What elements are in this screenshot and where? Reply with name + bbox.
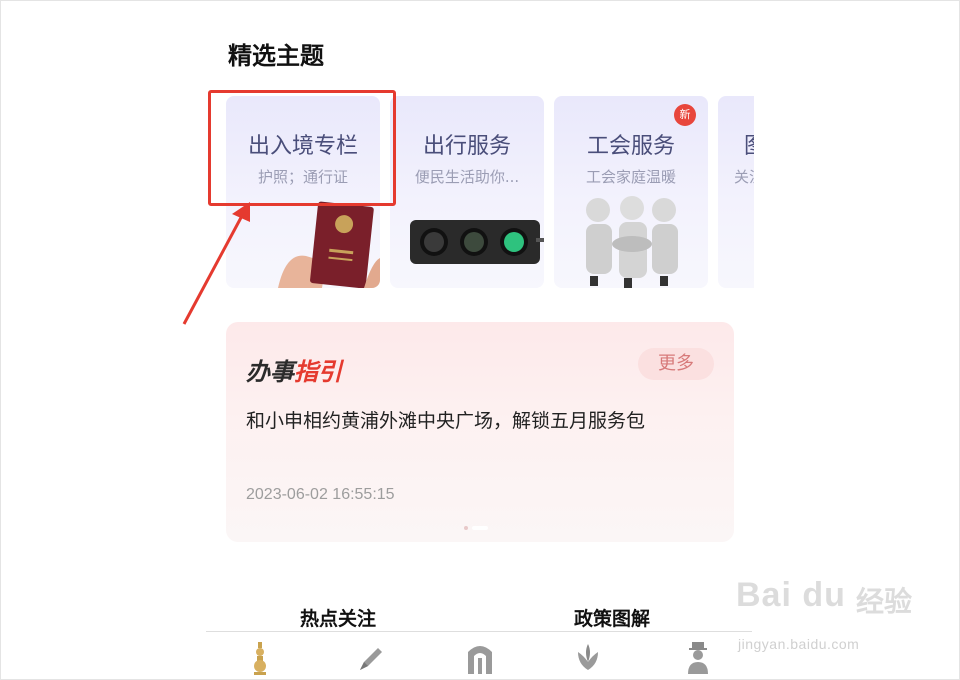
card-subtitle: 工会家庭温暖 (585, 168, 676, 186)
more-button[interactable]: 更多 (638, 348, 714, 380)
pen-icon[interactable] (352, 640, 388, 676)
theme-card-travel[interactable]: 出行服务 便民生活助你... (390, 96, 544, 288)
watermark-logo: Bai du (736, 576, 846, 614)
theme-card-union[interactable]: 新 工会服务 工会家庭温暖 (554, 96, 708, 288)
baidu-jingyan-watermark: Bai du 经验 jingyan.baidu.com (736, 576, 956, 666)
guide-timestamp: 2023-06-02 16:55:15 (246, 486, 395, 503)
annotation-arrow-icon (182, 202, 250, 325)
pagoda-icon[interactable] (242, 640, 278, 676)
person-icon[interactable] (680, 640, 716, 676)
guide-title: 办事指引 (246, 352, 342, 387)
carousel-dot (464, 526, 468, 530)
watermark-url: jingyan.baidu.com (738, 636, 860, 652)
section-title: 精选主题 (228, 42, 324, 70)
card-subtitle: 关注 (734, 168, 754, 186)
guide-title-main: 办事 (246, 358, 294, 386)
carousel-dot-active (472, 526, 488, 530)
card-title: 出行服务 (422, 134, 511, 159)
watermark-label: 经验 (856, 585, 913, 618)
card-subtitle: 便民生活助你... (414, 168, 520, 186)
card-title: 工会服务 (586, 134, 675, 159)
traffic-light-icon (410, 220, 544, 264)
flower-icon[interactable] (570, 640, 606, 676)
card-title: 图 (744, 128, 754, 160)
service-guide-card[interactable]: 办事指引 更多 和小申相约黄浦外滩中央广场，解锁五月服务包 2023-06-02… (226, 322, 734, 542)
tabbar-divider (206, 631, 752, 632)
guide-headline-link[interactable]: 和小申相约黄浦外滩中央广场，解锁五月服务包 (246, 406, 645, 433)
people-handshake-icon (586, 196, 678, 288)
annotation-highlight-box (208, 90, 396, 206)
guide-title-accent: 指引 (294, 358, 342, 386)
carousel-dots (464, 526, 488, 530)
content-tabs: 热点关注 政策图解 (206, 604, 752, 632)
tab-policy-graphics[interactable]: 政策图解 (574, 604, 650, 631)
tab-hot-topics[interactable]: 热点关注 (300, 604, 376, 631)
bottom-navigation (206, 636, 752, 680)
new-badge: 新 (674, 104, 696, 126)
arch-gate-icon[interactable] (462, 640, 498, 676)
theme-card-partial[interactable]: 图 关注 (718, 96, 754, 288)
